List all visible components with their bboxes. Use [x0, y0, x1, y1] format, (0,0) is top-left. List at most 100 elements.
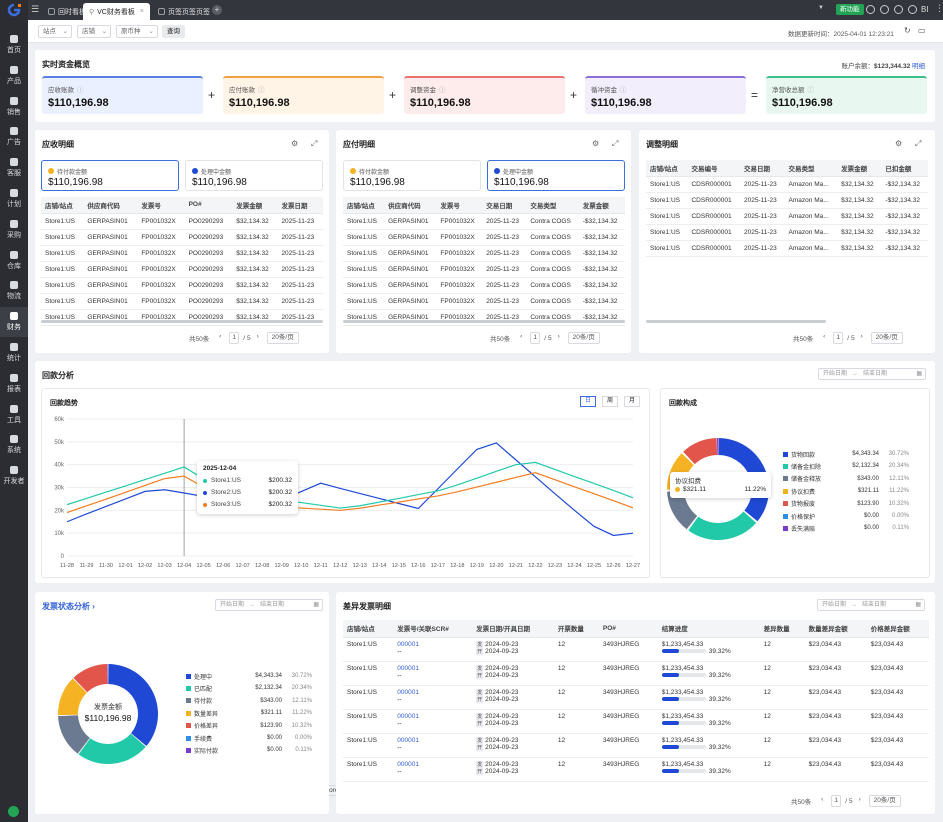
- legend-row[interactable]: 处理中 $4,343.34 30.72%: [186, 671, 312, 681]
- refresh-icon[interactable]: ↻: [904, 26, 911, 35]
- table-row[interactable]: Store1:US CDSR000001 2025-11-23 Amazon Ma..…: [646, 208, 928, 225]
- expand-icon[interactable]: ⤢: [311, 139, 317, 149]
- sidebar-item-4[interactable]: 客服: [0, 153, 28, 183]
- sidebar-item-1[interactable]: 产品: [0, 61, 28, 91]
- tab-page[interactable]: 页签页签页签: [152, 3, 216, 20]
- legend-row[interactable]: 价格保护 $0.00 0.00%: [783, 511, 909, 521]
- sidebar-item-14[interactable]: 开发者: [0, 461, 28, 491]
- page-size-select[interactable]: 20条/页: [567, 332, 600, 344]
- invoice-date-range[interactable]: 开始日期 → 结束日期 ▦: [215, 599, 323, 611]
- legend-row[interactable]: 丢失满赔 $0.00 0.11%: [783, 523, 909, 533]
- table-row[interactable]: Store1:US GERPASIN01 FP001032X PO0290293 $32…: [41, 293, 323, 310]
- currency-select[interactable]: 原币种 ⌄: [116, 25, 158, 38]
- prev-page-button[interactable]: ‹: [819, 332, 829, 344]
- next-page-button[interactable]: ›: [554, 332, 564, 344]
- legend-row[interactable]: 价格差异 $123.90 10.32%: [186, 721, 312, 731]
- table-row[interactable]: Store1:US GERPASIN01 FP001032X 2025-11-23 Co…: [343, 229, 625, 246]
- page-size-select[interactable]: 20条/页: [868, 795, 901, 807]
- sidebar-item-2[interactable]: 销售: [0, 92, 28, 122]
- message-icon[interactable]: [880, 5, 889, 14]
- page-input[interactable]: 1: [530, 332, 541, 344]
- table-row[interactable]: Store1:US 000001 -- 发 2024-09-23 开 2024-09-23 1…: [343, 757, 929, 782]
- donut-slice-1-6[interactable]: [716, 438, 719, 456]
- query-button[interactable]: 查询: [162, 25, 185, 38]
- menu-icon[interactable]: ☰: [31, 5, 39, 14]
- page-input[interactable]: 1: [229, 332, 240, 344]
- sidebar-item-3[interactable]: 广告: [0, 122, 28, 152]
- table-row[interactable]: Store1:US GERPASIN01 FP001032X 2025-11-23 Co…: [343, 261, 625, 278]
- sidebar-item-11[interactable]: 报表: [0, 369, 28, 399]
- download-icon[interactable]: [894, 5, 903, 14]
- prev-page-button[interactable]: ‹: [817, 795, 827, 807]
- table-row[interactable]: Store1:US GERPASIN01 FP001032X 2025-11-23 Co…: [343, 245, 625, 262]
- table-row[interactable]: Store1:US GERPASIN01 FP001032X 2025-11-23 Co…: [343, 213, 625, 230]
- legend-row[interactable]: 货物回款 $4,343.34 30.72%: [783, 449, 909, 459]
- table-row[interactable]: Store1:US 000001 -- 发 2024-09-23 开 2024-09-23 1…: [343, 661, 929, 686]
- sidebar-item-13[interactable]: 系统: [0, 430, 28, 460]
- store-select[interactable]: 店铺 ⌄: [77, 25, 111, 38]
- table-row[interactable]: Store1:US GERPASIN01 FP001032X PO0290293 $32…: [41, 245, 323, 262]
- page-size-select[interactable]: 20条/页: [266, 332, 299, 344]
- close-icon[interactable]: ×: [140, 8, 144, 15]
- table-row[interactable]: Store1:US GERPASIN01 FP001032X 2025-11-23 Co…: [343, 293, 625, 310]
- table-row[interactable]: Store1:US 000001 -- 发 2024-09-23 开 2024-09-23 1…: [343, 637, 929, 662]
- help-icon[interactable]: [866, 5, 875, 14]
- sidebar-item-10[interactable]: 统计: [0, 338, 28, 368]
- table-row[interactable]: Store1:US 000001 -- 发 2024-09-23 开 2024-09-23 1…: [343, 685, 929, 710]
- processing-box[interactable]: 处理中金额 $110,196.98: [185, 160, 323, 191]
- table-row[interactable]: Store1:US CDSR000001 2025-11-23 Amazon Ma..…: [646, 240, 928, 257]
- sidebar-item-8[interactable]: 物流: [0, 276, 28, 306]
- legend-row[interactable]: 待付款 $343.00 12.11%: [186, 696, 312, 706]
- sidebar-item-5[interactable]: 计划: [0, 184, 28, 214]
- dropdown-icon[interactable]: ▼: [818, 5, 824, 11]
- horizontal-scrollbar[interactable]: [343, 320, 625, 323]
- processing-box[interactable]: 处理中金额 $110,196.98: [487, 160, 625, 191]
- summary-box-3[interactable]: 循冲资金 ⓘ $110,196.98: [585, 76, 746, 114]
- page-input[interactable]: 1: [831, 795, 842, 807]
- page-input[interactable]: 1: [833, 332, 844, 344]
- horizontal-scrollbar[interactable]: [646, 320, 826, 323]
- summary-box-4[interactable]: 净营收总额 ⓘ $110,196.98: [766, 76, 927, 114]
- page-size-select[interactable]: 20条/页: [870, 332, 903, 344]
- table-row[interactable]: Store1:US CDSR000001 2025-11-23 Amazon Ma..…: [646, 224, 928, 241]
- sidebar-item-6[interactable]: 采购: [0, 215, 28, 245]
- table-row[interactable]: Store1:US GERPASIN01 FP001032X PO0290293 $32…: [41, 213, 323, 230]
- next-page-button[interactable]: ›: [253, 332, 263, 344]
- legend-row[interactable]: 手续费 $0.00 0.00%: [186, 733, 312, 743]
- summary-box-0[interactable]: 应收账款 ⓘ $110,196.98: [42, 76, 203, 114]
- legend-row[interactable]: 协议扣费 $321.11 11.22%: [783, 486, 909, 496]
- fullscreen-icon[interactable]: ▭: [918, 26, 926, 35]
- table-row[interactable]: Store1:US 000001 -- 发 2024-09-23 开 2024-09-23 1…: [343, 709, 929, 734]
- legend-row[interactable]: 储备金释放 $343.00 12.11%: [783, 474, 909, 484]
- table-row[interactable]: Store1:US GERPASIN01 FP001032X PO0290293 $32…: [41, 277, 323, 294]
- settings-icon[interactable]: ⚙: [895, 139, 902, 148]
- more-icon[interactable]: ⋮: [935, 3, 943, 14]
- table-row[interactable]: Store1:US GERPASIN01 FP001032X PO0290293 $32…: [41, 261, 323, 278]
- table-row[interactable]: Store1:US CDSR000001 2025-11-23 Amazon Ma..…: [646, 192, 928, 209]
- summary-box-1[interactable]: 应付账款 ⓘ $110,196.98: [223, 76, 384, 114]
- table-row[interactable]: Store1:US 000001 -- 发 2024-09-23 开 2024-09-23 1…: [343, 733, 929, 758]
- legend-row[interactable]: 储备金扣除 $2,132.34 20.34%: [783, 461, 909, 471]
- horizontal-scrollbar[interactable]: [41, 320, 323, 323]
- expand-icon[interactable]: ⤢: [915, 139, 921, 149]
- user-initials[interactable]: BI: [921, 5, 929, 14]
- prev-page-button[interactable]: ‹: [516, 332, 526, 344]
- table-row[interactable]: Store1:US CDSR000001 2025-11-23 Amazon Ma..…: [646, 176, 928, 193]
- new-feature-badge[interactable]: 新功能: [836, 4, 864, 15]
- settings-icon[interactable]: ⚙: [291, 139, 298, 148]
- sidebar-item-12[interactable]: 工具: [0, 400, 28, 430]
- summary-box-2[interactable]: 调整资金 ⓘ $110,196.98: [404, 76, 565, 114]
- sidebar-item-0[interactable]: 首页: [0, 30, 28, 60]
- table-row[interactable]: Store1:US GERPASIN01 FP001032X 2025-11-23 Co…: [343, 277, 625, 294]
- next-page-button[interactable]: ›: [857, 332, 867, 344]
- expand-icon[interactable]: ⤢: [612, 139, 618, 149]
- settings-icon[interactable]: ⚙: [592, 139, 599, 148]
- sidebar-item-7[interactable]: 仓库: [0, 246, 28, 276]
- legend-row[interactable]: 实际付款 $0.00 0.11%: [186, 745, 312, 755]
- analysis-date-range[interactable]: 开始日期 → 结束日期 ▦: [818, 368, 926, 380]
- balance-detail-link[interactable]: 明细: [912, 63, 925, 70]
- bell-icon[interactable]: [908, 5, 917, 14]
- sidebar-item-9[interactable]: 财务: [0, 307, 28, 338]
- table-row[interactable]: Store1:US GERPASIN01 FP001032X PO0290293 $32…: [41, 229, 323, 246]
- legend-row[interactable]: 货物报废 $123.90 10.32%: [783, 499, 909, 509]
